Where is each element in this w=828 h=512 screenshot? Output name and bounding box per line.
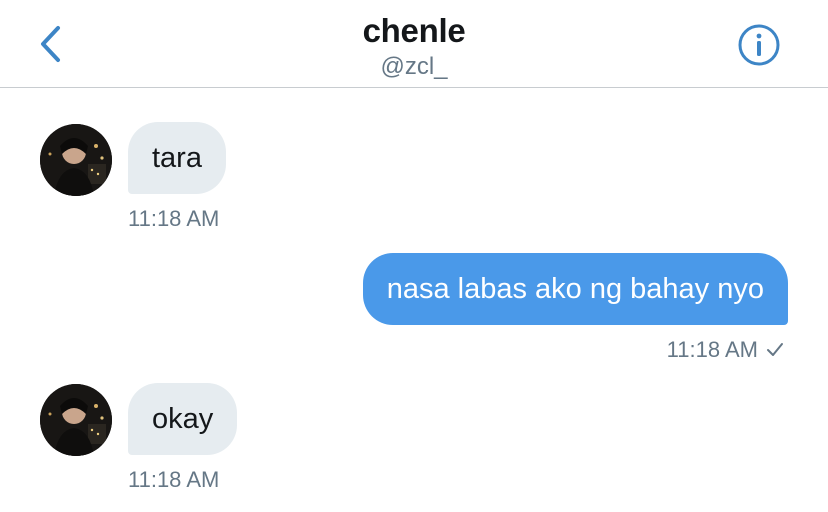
info-button[interactable] [737, 23, 781, 67]
avatar-photo [40, 124, 112, 196]
message-timestamp: 11:18 AM [666, 337, 758, 362]
avatar-photo [40, 384, 112, 456]
message-bubble-outgoing[interactable]: nasa labas ako ng bahay nyo [362, 253, 788, 325]
message-bubble-incoming[interactable]: okay [128, 383, 238, 455]
message-bubble-incoming[interactable]: tara [128, 122, 226, 194]
message-timestamp: 11:18 AM [128, 206, 220, 231]
message-text: okay [152, 402, 214, 435]
message-timestamp: 11:18 AM [128, 467, 220, 492]
conversation-handle: @zcl_ [380, 53, 448, 80]
dm-conversation-screen: chenle @zcl_ tara 11:18 AM nasa labas ak… [0, 0, 828, 512]
info-circle-icon [738, 24, 780, 66]
sender-avatar[interactable] [40, 124, 112, 196]
checkmark-icon [767, 343, 783, 356]
conversation-header: chenle @zcl_ [0, 0, 828, 88]
sender-avatar[interactable] [40, 384, 112, 456]
conversation-title[interactable]: chenle [0, 12, 828, 50]
message-text: nasa labas ako ng bahay nyo [386, 272, 764, 305]
message-text: tara [152, 141, 202, 174]
message-meta: 11:18 AM [667, 337, 784, 363]
